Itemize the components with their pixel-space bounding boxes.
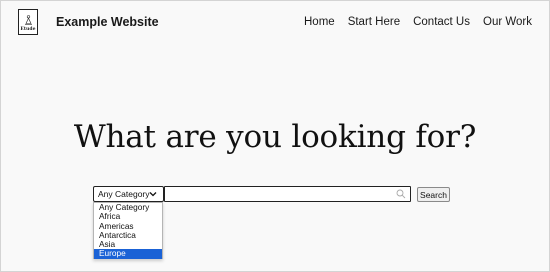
nav-item-our-work[interactable]: Our Work [483, 16, 532, 28]
logo-text: Etude [20, 27, 36, 32]
site-logo[interactable]: Etude [18, 9, 38, 35]
chevron-down-icon [149, 192, 157, 197]
nav-item-home[interactable]: Home [304, 16, 335, 28]
site-title[interactable]: Example Website [56, 15, 159, 29]
search-button[interactable]: Search [417, 187, 450, 202]
page-title: What are you looking for? [73, 119, 477, 155]
category-select-value: Any Category [98, 189, 150, 199]
search-icon [396, 189, 406, 199]
dropdown-option-europe[interactable]: Europe [94, 249, 162, 259]
search-input[interactable] [164, 186, 411, 202]
category-dropdown-list: Any Category Africa Americas Antarctica … [93, 202, 163, 259]
category-select[interactable]: Any Category [93, 186, 164, 202]
nav-item-contact-us[interactable]: Contact Us [413, 16, 470, 28]
figure-logo-icon [25, 15, 32, 25]
site-header: Etude Example Website Home Start Here Co… [1, 1, 549, 45]
main-nav: Home Start Here Contact Us Our Work [304, 16, 532, 28]
nav-item-start-here[interactable]: Start Here [348, 16, 400, 28]
